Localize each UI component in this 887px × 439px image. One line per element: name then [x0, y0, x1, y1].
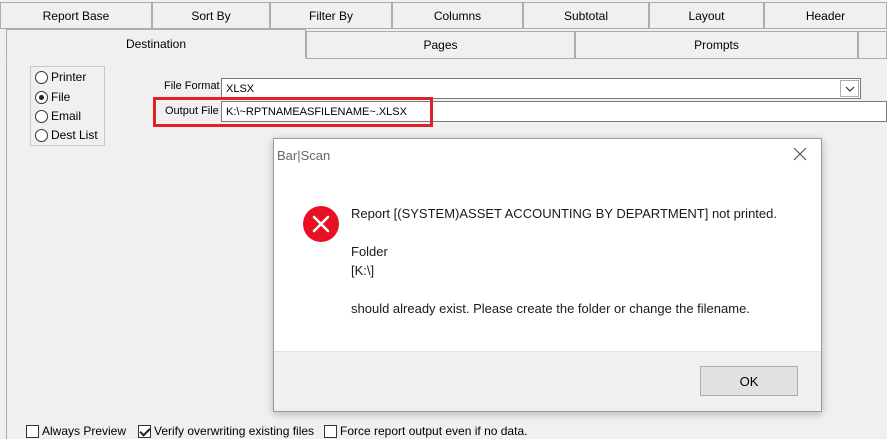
tab-pages[interactable]: Pages: [306, 31, 575, 58]
radio-file[interactable]: File: [35, 90, 70, 104]
chevron-down-icon[interactable]: [840, 80, 859, 97]
radio-email-button[interactable]: [35, 109, 48, 123]
always-preview-label: Always Preview: [42, 424, 127, 438]
force-output-checkbox[interactable]: Force report output even if no data.: [324, 424, 527, 438]
tab-destination[interactable]: Destination: [6, 29, 306, 59]
force-output-label: Force report output even if no data.: [340, 424, 528, 438]
radio-file-label: File: [51, 90, 71, 104]
destination-radio-group: Printer File Email Dest List: [30, 66, 105, 146]
dialog-message-line2: Folder: [351, 244, 388, 259]
output-file-label: Output File: [165, 105, 219, 117]
tab-report-base[interactable]: Report Base: [0, 2, 152, 28]
radio-printer-button[interactable]: [35, 70, 48, 84]
radio-email[interactable]: Email: [35, 109, 81, 123]
verify-overwrite-label: Verify overwriting existing files: [154, 424, 315, 438]
radio-dest-list-button[interactable]: [35, 128, 48, 142]
radio-file-button[interactable]: [35, 90, 48, 104]
dialog-message-line3: [K:\]: [351, 263, 375, 278]
dialog-footer: OK: [274, 351, 821, 411]
verify-overwrite-checkbox[interactable]: Verify overwriting existing files: [138, 424, 314, 438]
tab-columns[interactable]: Columns: [392, 2, 523, 28]
dialog-message-line4: should already exist. Please create the …: [351, 301, 750, 316]
tab-subtotal[interactable]: Subtotal: [523, 2, 649, 28]
tab-layout[interactable]: Layout: [649, 2, 764, 28]
always-preview-checkbox[interactable]: Always Preview: [26, 424, 126, 438]
tab-prompts[interactable]: Prompts: [575, 31, 858, 58]
force-output-box[interactable]: [324, 424, 337, 438]
error-dialog: Bar|Scan Report [(SYSTEM)ASSET ACCOUNTIN…: [273, 138, 822, 412]
tab-sort-by[interactable]: Sort By: [152, 2, 270, 28]
dialog-title: Bar|Scan: [277, 148, 331, 163]
radio-dest-list-label: Dest List: [51, 128, 98, 142]
error-icon: [302, 205, 340, 243]
output-file-input[interactable]: K:\~RPTNAMEASFILENAME~.XLSX: [221, 101, 887, 122]
radio-dest-list[interactable]: Dest List: [35, 128, 98, 142]
dialog-message-line1: Report [(SYSTEM)ASSET ACCOUNTING BY DEPA…: [351, 206, 777, 221]
tab-filter-by[interactable]: Filter By: [270, 2, 392, 28]
output-file-value: K:\~RPTNAMEASFILENAME~.XLSX: [226, 105, 407, 118]
file-format-label: File Format: [164, 80, 220, 92]
tab-header[interactable]: Header: [764, 2, 887, 28]
radio-printer-label: Printer: [51, 70, 87, 84]
radio-printer[interactable]: Printer: [35, 70, 86, 84]
radio-email-label: Email: [51, 109, 82, 123]
file-format-select[interactable]: XLSX: [221, 78, 861, 99]
close-icon[interactable]: [792, 146, 808, 162]
verify-overwrite-box[interactable]: [138, 424, 151, 438]
top-tab-row: Report Base Sort By Filter By Columns Su…: [0, 0, 887, 28]
tab-overflow: [858, 31, 887, 58]
file-format-value: XLSX: [226, 82, 255, 95]
always-preview-box[interactable]: [26, 424, 39, 438]
ok-button[interactable]: OK: [700, 366, 798, 396]
